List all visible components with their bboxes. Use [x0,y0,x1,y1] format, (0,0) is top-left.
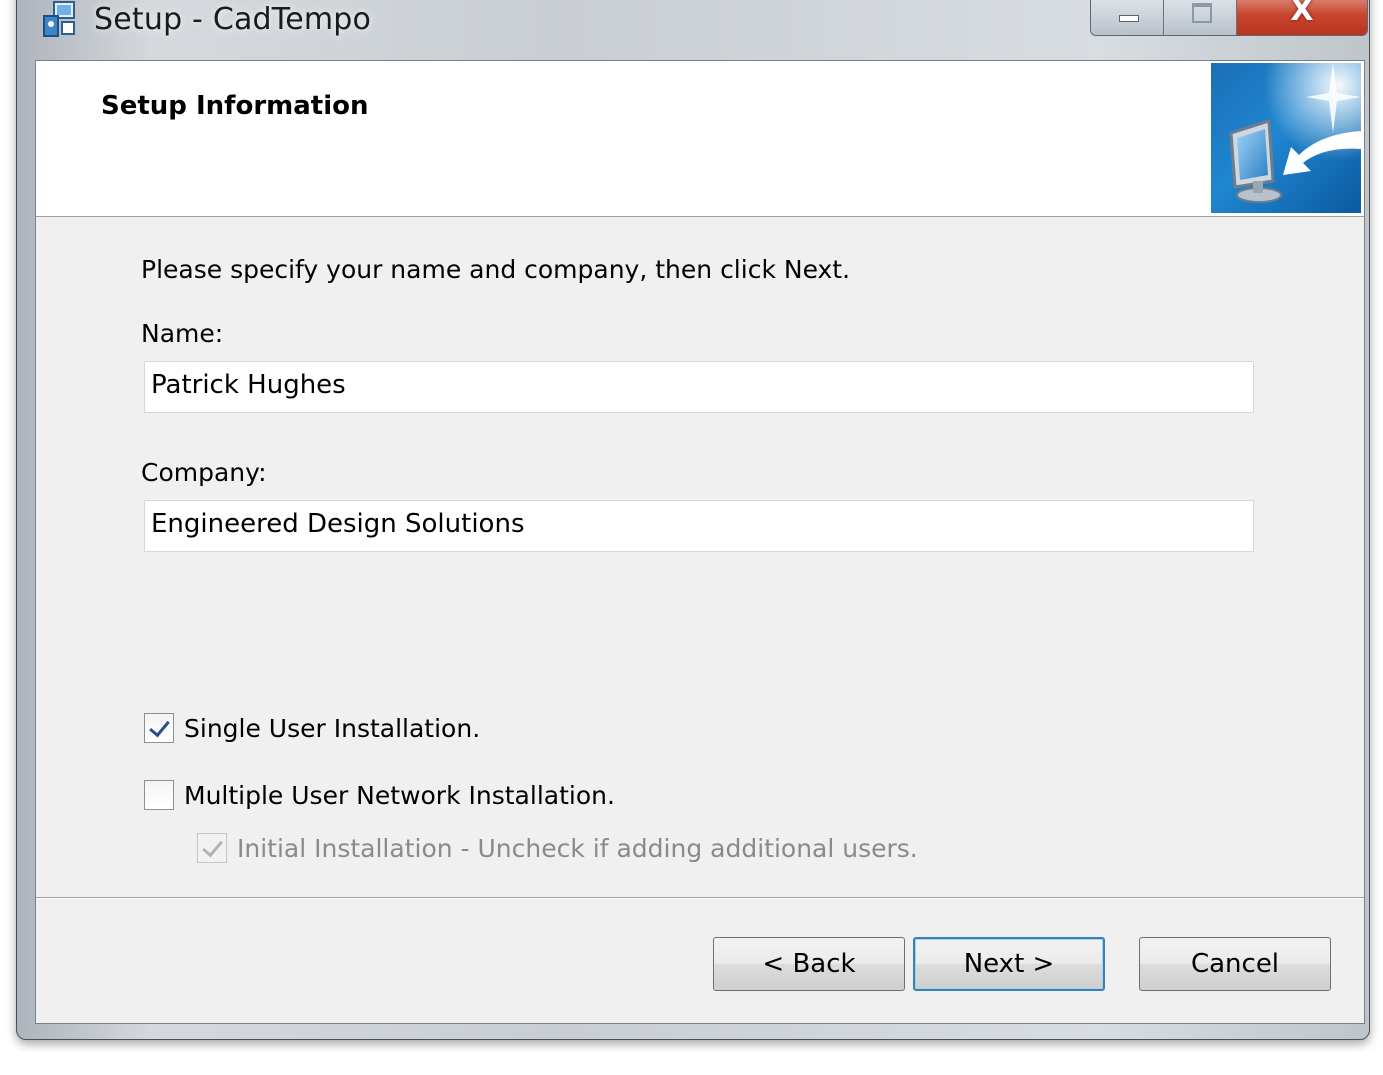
name-field[interactable]: Patrick Hughes [144,361,1254,413]
company-field[interactable]: Engineered Design Solutions [144,500,1254,552]
maximize-icon [1192,3,1212,23]
initial-installation-option: Initial Installation - Uncheck if adding… [197,833,918,863]
multiple-user-checkbox[interactable] [144,780,174,810]
close-icon: X [1290,0,1314,28]
wizard-header: Setup Information [36,61,1364,217]
title-bar[interactable]: Setup - CadTempo X [18,0,1368,58]
minimize-icon [1119,15,1139,22]
multiple-user-option[interactable]: Multiple User Network Installation. [144,780,615,810]
window-title: Setup - CadTempo [94,2,372,37]
multiple-user-label: Multiple User Network Installation. [184,780,615,810]
initial-installation-checkbox [197,833,227,863]
wizard-client-area: Setup Information Please specify your na… [35,60,1365,1024]
maximize-button[interactable] [1164,0,1237,35]
close-button[interactable]: X [1237,0,1367,35]
instruction-text: Please specify your name and company, th… [141,255,851,284]
caption-buttons: X [1090,0,1368,36]
back-button[interactable]: < Back [713,937,905,991]
initial-installation-label: Initial Installation - Uncheck if adding… [237,833,918,863]
monitor-with-arrow-icon [1211,63,1361,213]
company-label: Company: [141,458,267,487]
single-user-checkbox[interactable] [144,713,174,743]
minimize-button[interactable] [1091,0,1164,35]
single-user-label: Single User Installation. [184,713,481,743]
single-user-option[interactable]: Single User Installation. [144,713,480,743]
footer-divider-highlight [36,898,1364,899]
cancel-button[interactable]: Cancel [1139,937,1331,991]
next-button[interactable]: Next > [913,937,1105,991]
page-title: Setup Information [101,91,369,121]
wizard-body: Please specify your name and company, th… [36,217,1364,897]
setup-app-icon [40,0,80,40]
name-label: Name: [141,319,224,348]
